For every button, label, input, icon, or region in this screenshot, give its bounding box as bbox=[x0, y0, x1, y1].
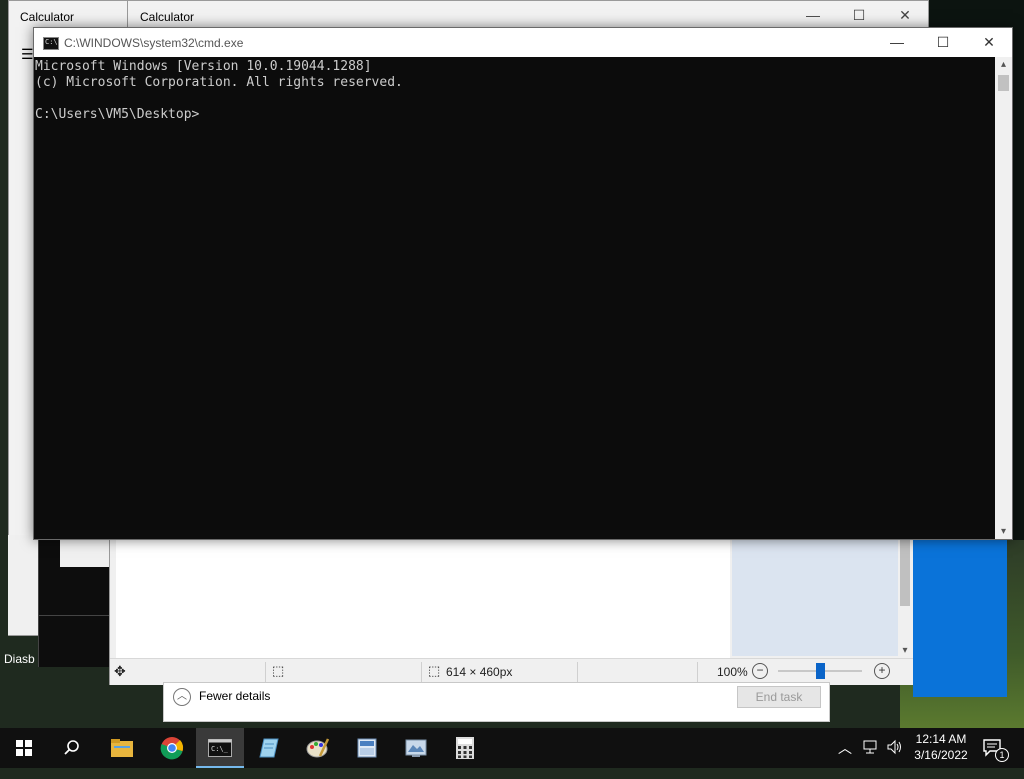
windows-logo-icon bbox=[16, 740, 32, 756]
search-icon bbox=[64, 740, 79, 755]
maximize-button[interactable]: ☐ bbox=[920, 28, 966, 57]
scroll-down-icon[interactable]: ▾ bbox=[898, 645, 912, 656]
vertical-scrollbar[interactable]: ▾ bbox=[898, 536, 912, 656]
move-cursor-icon: ✥ bbox=[114, 663, 126, 679]
truncated-label: Diasb bbox=[4, 652, 35, 666]
folder-icon bbox=[111, 739, 133, 757]
start-button[interactable] bbox=[0, 728, 48, 768]
zoom-in-icon[interactable]: + bbox=[874, 663, 890, 679]
cmd-window[interactable]: C:\ C:\WINDOWS\system32\cmd.exe — ☐ ✕ Mi… bbox=[33, 27, 1013, 540]
calculator-title: Calculator bbox=[140, 10, 195, 24]
network-icon[interactable] bbox=[862, 739, 880, 779]
image-size-icon: ⬚ bbox=[428, 663, 441, 678]
console-prompt[interactable]: C:\Users\VM5\Desktop> bbox=[35, 107, 995, 123]
scroll-down-icon[interactable]: ▾ bbox=[995, 526, 1012, 537]
cmd-icon: C:\_ bbox=[208, 739, 232, 757]
console-line: Microsoft Windows [Version 10.0.19044.12… bbox=[35, 59, 372, 74]
app2-icon bbox=[405, 739, 427, 757]
cmd-icon: C:\ bbox=[43, 37, 59, 50]
volume-icon[interactable] bbox=[886, 739, 904, 779]
chrome-icon bbox=[160, 737, 184, 760]
close-button[interactable]: ✕ bbox=[966, 28, 1012, 57]
selection-size-icon: ⬚ bbox=[272, 663, 285, 678]
zoom-out-icon[interactable]: − bbox=[752, 663, 768, 679]
clock-date: 3/16/2022 bbox=[914, 748, 968, 762]
maximize-button[interactable]: ☐ bbox=[844, 7, 874, 24]
status-bar: ✥ ⬚ ⬚ 614 × 460px 100% − + bbox=[110, 658, 914, 685]
calculator-title: Calculator bbox=[20, 10, 75, 24]
background-window-panel bbox=[8, 535, 38, 635]
zoom-slider-thumb[interactable] bbox=[816, 663, 825, 679]
fewer-details-link[interactable]: Fewer details bbox=[199, 689, 270, 703]
chevron-up-icon[interactable]: ︿ bbox=[838, 738, 856, 778]
scroll-up-icon[interactable]: ▴ bbox=[995, 59, 1012, 70]
scrollbar-thumb[interactable] bbox=[900, 536, 910, 606]
paint-workspace bbox=[732, 536, 902, 656]
file-explorer-button[interactable] bbox=[98, 728, 146, 768]
app2-button[interactable] bbox=[392, 728, 440, 768]
calculator-button[interactable] bbox=[441, 728, 489, 768]
console-output[interactable]: Microsoft Windows [Version 10.0.19044.12… bbox=[34, 57, 995, 541]
svg-text:C:\_: C:\_ bbox=[211, 745, 229, 753]
cmd-titlebar[interactable]: C:\ C:\WINDOWS\system32\cmd.exe — ☐ ✕ bbox=[34, 28, 1012, 57]
cmd-taskbar-button[interactable]: C:\_ bbox=[196, 728, 244, 768]
scrollbar-thumb[interactable] bbox=[998, 75, 1009, 91]
task-manager-footer: ︿ Fewer details End task bbox=[163, 682, 830, 722]
clock-time: 12:14 AM bbox=[915, 732, 967, 746]
paint-canvas[interactable] bbox=[116, 536, 730, 658]
minimize-button[interactable]: — bbox=[798, 7, 828, 23]
end-task-button[interactable]: End task bbox=[737, 686, 821, 708]
paint-window[interactable]: ▾ ✥ ⬚ ⬚ 614 × 460px 100% − + bbox=[109, 535, 915, 685]
vertical-scrollbar[interactable]: ▴ ▾ bbox=[995, 57, 1012, 539]
search-button[interactable] bbox=[48, 728, 96, 768]
cmd-title: C:\WINDOWS\system32\cmd.exe bbox=[64, 36, 244, 50]
app-button[interactable] bbox=[343, 728, 391, 768]
chrome-button[interactable] bbox=[148, 728, 196, 768]
chevron-up-icon[interactable]: ︿ bbox=[173, 688, 191, 706]
paint-button[interactable] bbox=[294, 728, 342, 768]
notepad-icon bbox=[259, 738, 279, 758]
calculator-icon bbox=[456, 737, 474, 759]
app-icon bbox=[357, 738, 377, 758]
zoom-level: 100% bbox=[717, 665, 748, 679]
paint-icon bbox=[306, 738, 330, 758]
image-size-text: 614 × 460px bbox=[446, 665, 513, 679]
minimize-button[interactable]: — bbox=[874, 28, 920, 57]
background-blue-panel bbox=[913, 535, 1007, 697]
close-button[interactable]: ✕ bbox=[890, 7, 920, 24]
system-clock[interactable]: 12:14 AM 3/16/2022 bbox=[912, 731, 970, 763]
taskbar: C:\_ ︿ 12:14 AM 3/16/2022 1 bbox=[0, 728, 1024, 768]
notepad-button[interactable] bbox=[245, 728, 293, 768]
console-line: (c) Microsoft Corporation. All rights re… bbox=[35, 75, 403, 90]
notification-badge: 1 bbox=[995, 748, 1009, 762]
